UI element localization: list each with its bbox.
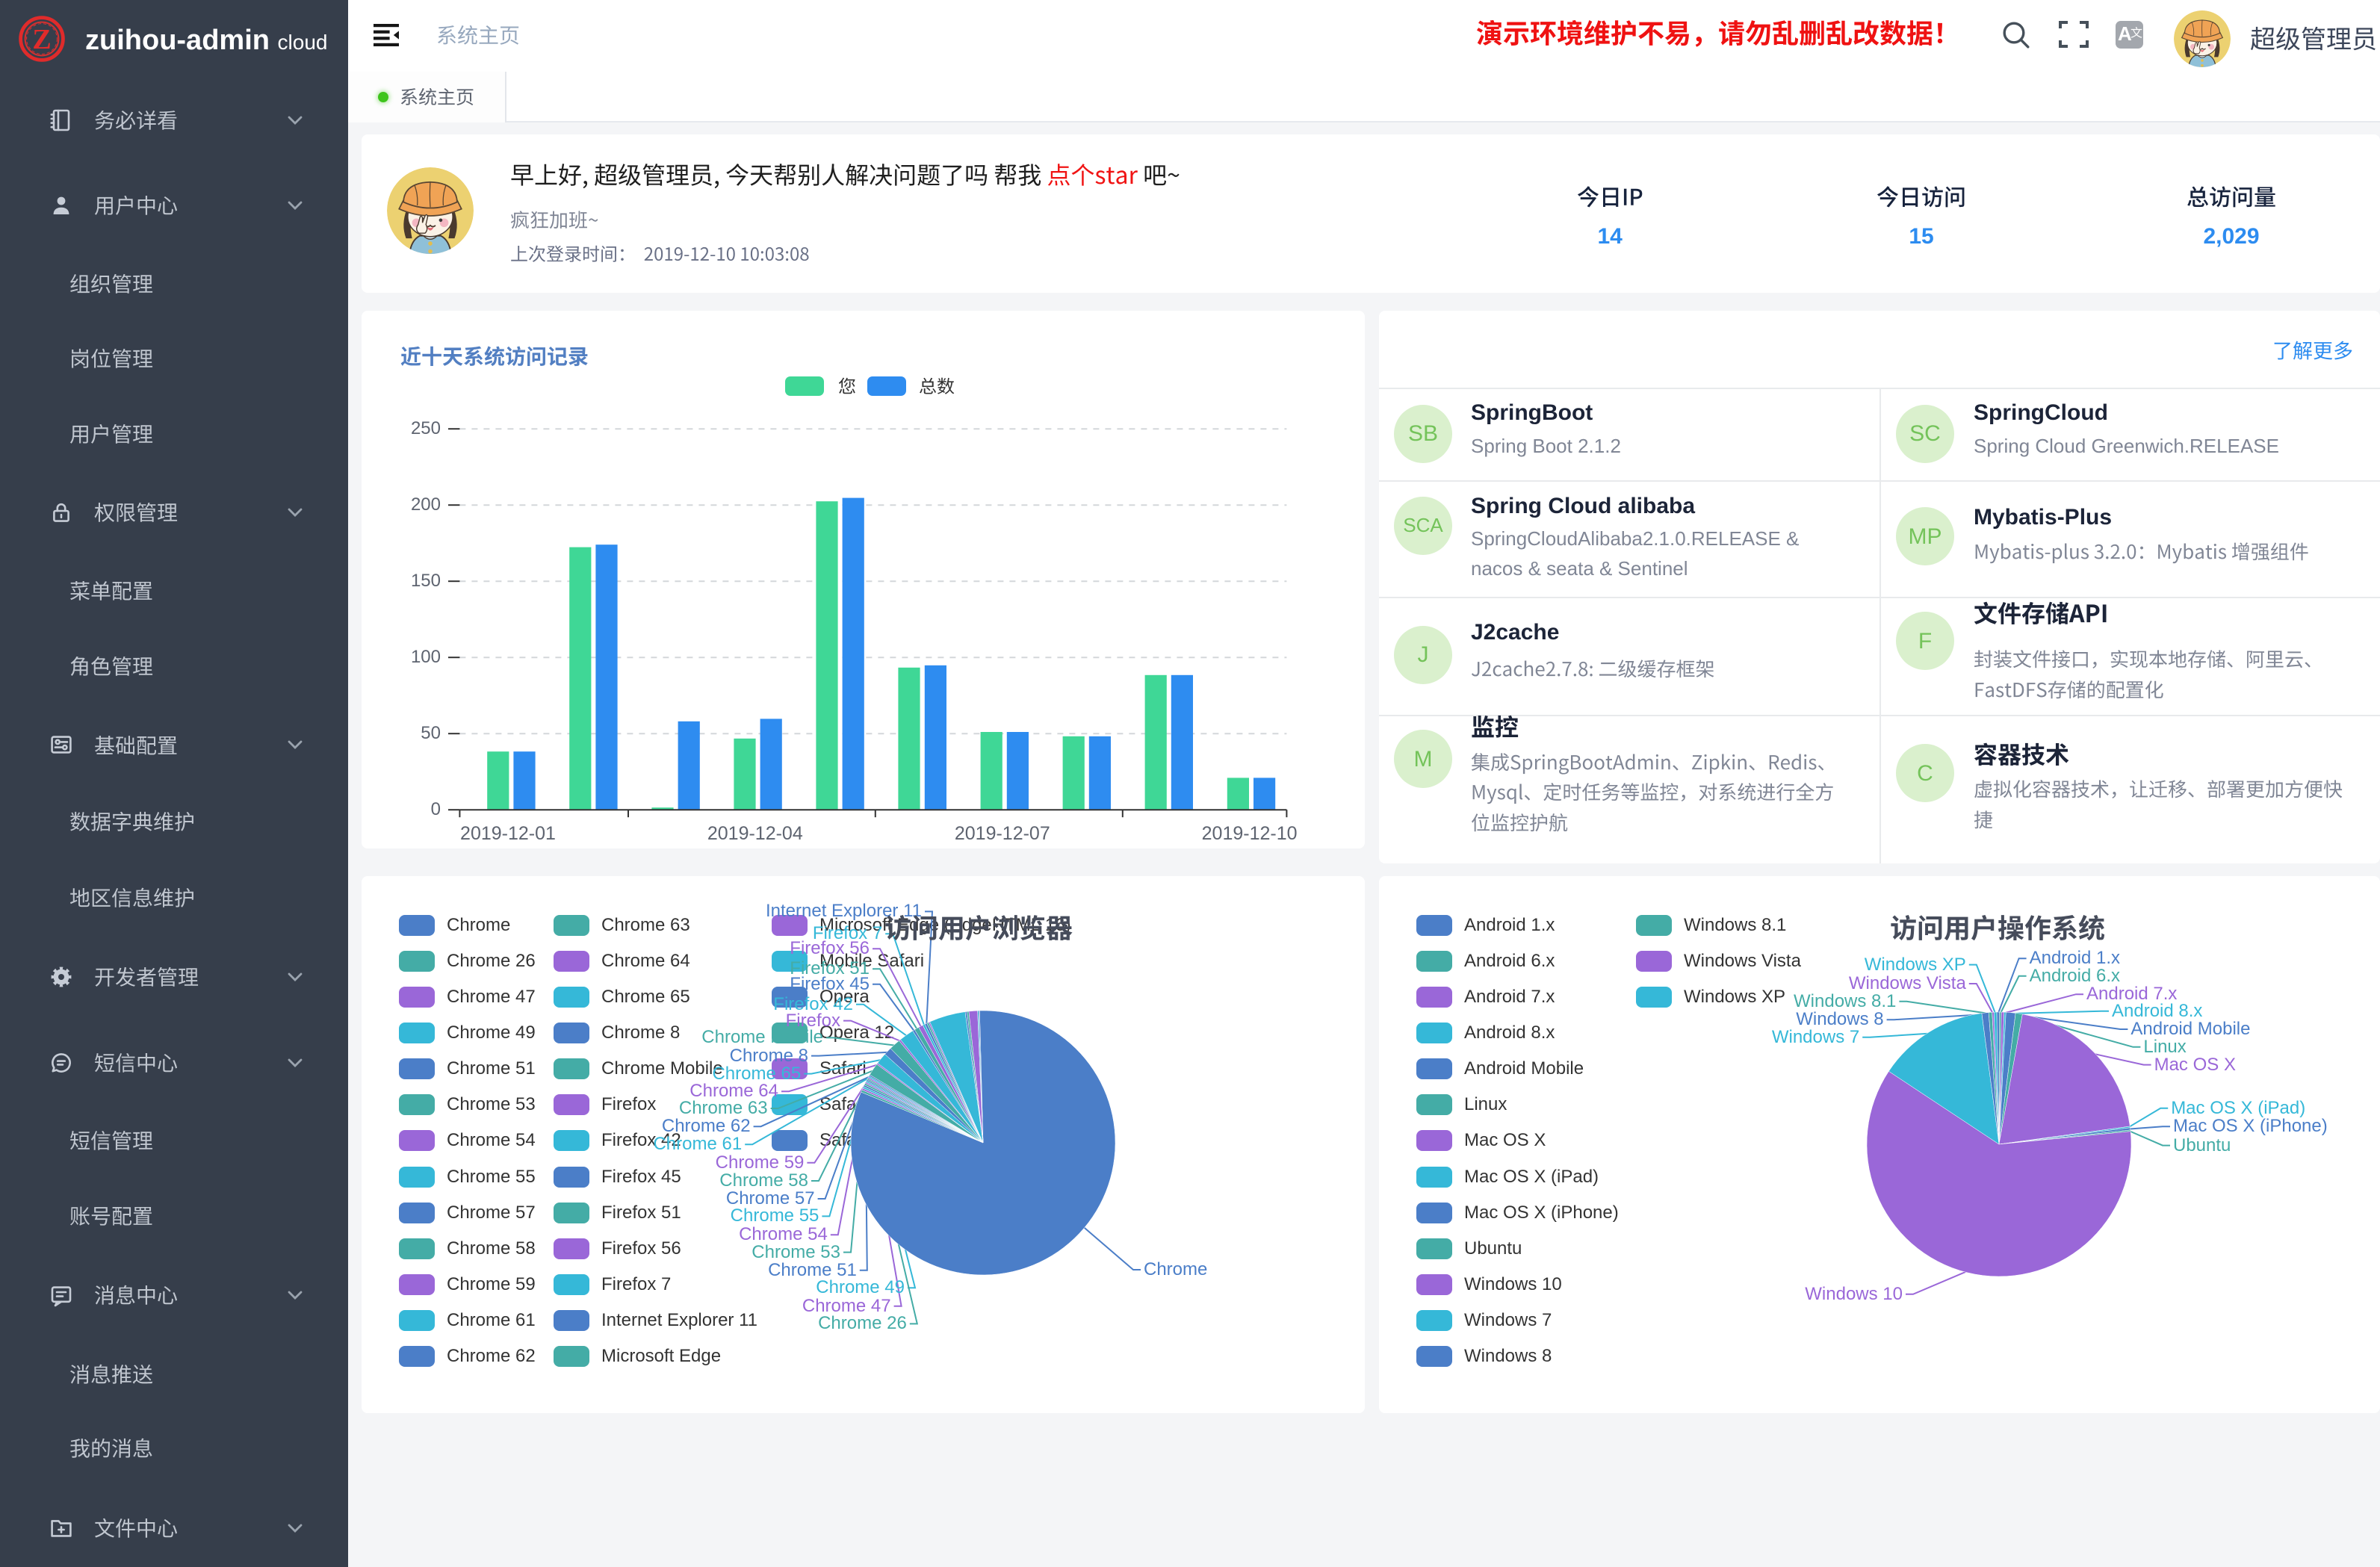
svg-text:Z: Z <box>32 24 51 55</box>
